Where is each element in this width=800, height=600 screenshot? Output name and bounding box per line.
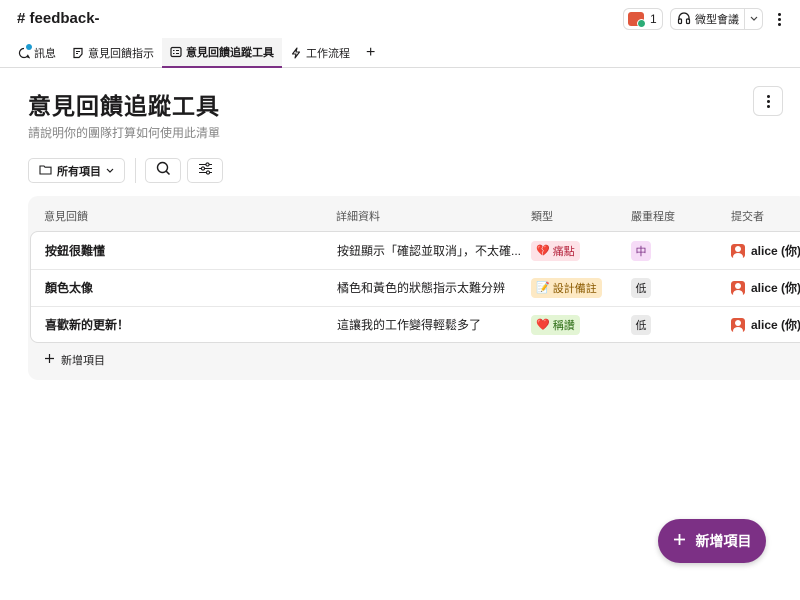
sliders-icon xyxy=(198,161,213,180)
type-cell[interactable]: 💔 痛點 xyxy=(531,232,580,269)
feedback-title[interactable]: 喜歡新的更新！ xyxy=(45,306,129,343)
view-filter-button[interactable]: 所有項目 xyxy=(28,158,125,183)
search-button[interactable] xyxy=(145,158,181,183)
plus-icon xyxy=(673,533,686,549)
list-options-button[interactable] xyxy=(753,86,783,116)
new-item-label: 新增項目 xyxy=(695,533,752,549)
search-icon xyxy=(156,161,171,181)
column-header-submitter[interactable]: 提交者 xyxy=(731,208,764,224)
table-row[interactable]: 喜歡新的更新！ 這讓我的工作變得輕鬆多了 ❤️ 稱讚 低 alice (你) xyxy=(31,306,800,343)
more-options-icon[interactable] xyxy=(772,9,786,29)
column-header-feedback[interactable]: 意見回饋 xyxy=(44,208,88,224)
submitter-cell[interactable]: alice (你) xyxy=(731,269,800,306)
feedback-detail[interactable]: 按鈕顯示「確認並取消」，不太確... xyxy=(337,232,521,269)
plus-icon xyxy=(44,353,55,367)
type-label: 稱讚 xyxy=(552,319,575,332)
chevron-down-icon xyxy=(106,165,114,177)
avatar xyxy=(731,280,745,295)
folder-icon xyxy=(39,164,52,178)
submitter-cell[interactable]: alice (你) xyxy=(731,232,800,269)
channel-title[interactable]: # feedback- xyxy=(17,10,100,27)
add-item-label: 新增項目 xyxy=(61,355,105,367)
channel-header: # feedback- 1 微型會議 訊息 意見回饋指示 意見回饋追蹤工具 工作… xyxy=(0,0,800,68)
new-item-button[interactable]: 新增項目 xyxy=(658,519,766,563)
type-cell[interactable]: ❤️ 稱讚 xyxy=(531,306,580,343)
table-rows: 按鈕很難懂 按鈕顯示「確認並取消」，不太確... 💔 痛點 中 alice (你… xyxy=(30,231,800,343)
add-tab-icon[interactable]: + xyxy=(358,38,383,68)
start-huddle-button[interactable]: 微型會議 xyxy=(671,9,745,29)
settings-button[interactable] xyxy=(187,158,223,183)
avatar xyxy=(731,317,745,332)
tab-workflows[interactable]: 工作流程 xyxy=(282,38,358,68)
avatar xyxy=(731,243,745,258)
feedback-title[interactable]: 按鈕很難懂 xyxy=(45,232,105,269)
add-item-row[interactable]: 新增項目 xyxy=(44,352,105,368)
tab-label: 工作流程 xyxy=(306,48,350,60)
type-tag: 📝 設計備註 xyxy=(531,277,602,298)
severity-badge: 低 xyxy=(631,277,651,298)
tab-feedback-instructions[interactable]: 意見回饋指示 xyxy=(64,38,162,68)
severity-cell[interactable]: 低 xyxy=(631,269,651,306)
huddle-button[interactable]: 微型會議 xyxy=(670,8,763,30)
list-icon xyxy=(170,46,182,58)
feedback-title[interactable]: 顏色太像 xyxy=(45,269,93,306)
page-title: 意見回饋追蹤工具 xyxy=(28,93,220,119)
tab-feedback-tracker[interactable]: 意見回饋追蹤工具 xyxy=(162,38,282,68)
type-tag: 💔 痛點 xyxy=(531,240,580,261)
table-row[interactable]: 顏色太像 橘色和黃色的狀態指示太難分辨 📝 設計備註 低 alice (你) xyxy=(31,269,800,306)
tab-messages[interactable]: 訊息 xyxy=(10,38,64,68)
submitter: alice (你) xyxy=(731,316,800,333)
type-label: 痛點 xyxy=(552,245,575,258)
headphones-icon xyxy=(677,11,691,28)
submitter-name: alice (你) xyxy=(751,281,800,295)
type-label: 設計備註 xyxy=(552,282,597,295)
column-header-type[interactable]: 類型 xyxy=(531,208,553,224)
submitter-name: alice (你) xyxy=(751,318,800,332)
tab-label: 意見回饋指示 xyxy=(88,48,154,60)
tab-label: 意見回饋追蹤工具 xyxy=(186,47,274,59)
unread-dot xyxy=(26,44,32,50)
severity-badge: 低 xyxy=(631,314,651,335)
column-header-details[interactable]: 詳細資料 xyxy=(336,208,380,224)
huddle-members-button[interactable]: 1 xyxy=(623,8,663,30)
submitter-name: alice (你) xyxy=(751,244,800,258)
huddle-label: 微型會議 xyxy=(695,14,739,26)
column-header-severity[interactable]: 嚴重程度 xyxy=(631,208,675,224)
filter-label: 所有項目 xyxy=(57,165,101,178)
toolbar-divider xyxy=(135,158,136,183)
channel-tabs: 訊息 意見回饋指示 意見回饋追蹤工具 工作流程 + xyxy=(10,38,383,68)
chevron-down-icon[interactable] xyxy=(745,16,762,22)
memo-icon: 📝 xyxy=(536,282,550,294)
feedback-detail[interactable]: 橘色和黃色的狀態指示太難分辨 xyxy=(337,269,505,306)
table-row[interactable]: 按鈕很難懂 按鈕顯示「確認並取消」，不太確... 💔 痛點 中 alice (你… xyxy=(31,232,800,269)
submitter-cell[interactable]: alice (你) xyxy=(731,306,800,343)
feedback-detail[interactable]: 這讓我的工作變得輕鬆多了 xyxy=(337,306,481,343)
severity-badge: 中 xyxy=(631,240,651,261)
canvas-icon xyxy=(72,47,84,59)
page-subtitle[interactable]: 請說明你的團隊打算如何使用此清單 xyxy=(28,124,220,141)
broken-heart-icon: 💔 xyxy=(536,245,550,257)
severity-cell[interactable]: 中 xyxy=(631,232,651,269)
type-tag: ❤️ 稱讚 xyxy=(531,314,580,335)
workflow-icon xyxy=(290,47,302,59)
submitter: alice (你) xyxy=(731,279,800,296)
tab-label: 訊息 xyxy=(34,48,56,60)
type-cell[interactable]: 📝 設計備註 xyxy=(531,269,602,306)
huddle-count: 1 xyxy=(650,12,657,26)
heart-icon: ❤️ xyxy=(536,319,550,331)
severity-cell[interactable]: 低 xyxy=(631,306,651,343)
avatar xyxy=(628,12,646,28)
submitter: alice (你) xyxy=(731,242,800,259)
